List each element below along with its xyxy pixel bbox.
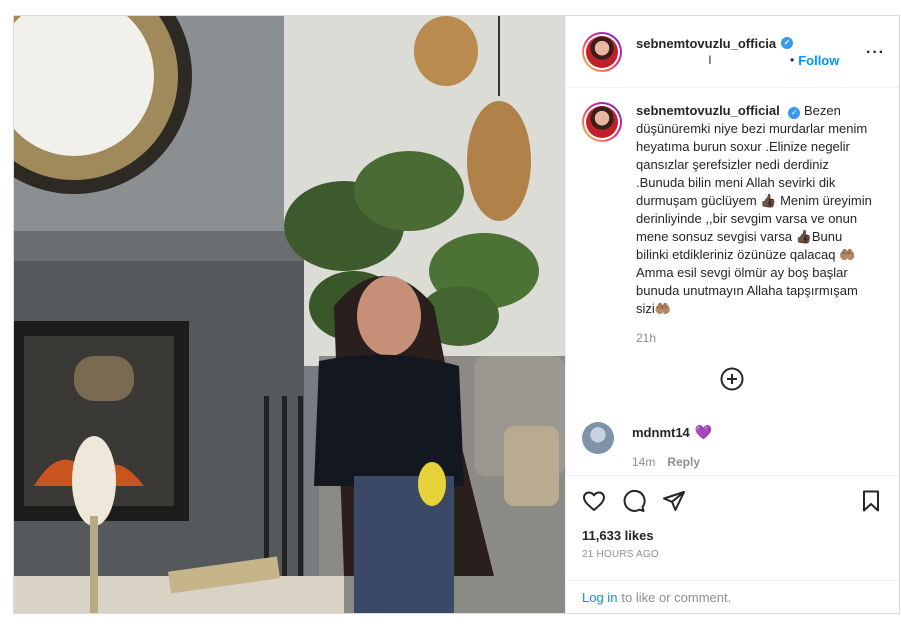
author-avatar[interactable] <box>582 31 622 72</box>
commenter-username[interactable]: mdnmt14 <box>632 425 690 440</box>
comment-item: mdnmt14 💜 14m Reply <box>582 422 712 469</box>
caption: sebnemtovuzlu_official ✓ Bezen düşünürem… <box>582 102 883 345</box>
photo-illustration <box>14 16 565 613</box>
author-username[interactable]: sebnemtovuzlu_officia <box>636 36 776 51</box>
heart-icon[interactable] <box>582 489 606 513</box>
login-text: to like or comment. <box>621 589 732 605</box>
comment-icon[interactable] <box>622 489 646 513</box>
dot-separator: • <box>790 53 795 67</box>
post-timestamp[interactable]: 21 HOURS AGO <box>582 549 883 560</box>
author-info: sebnemtovuzlu_officia ✓ l • Follow <box>636 36 839 68</box>
post-side-panel: sebnemtovuzlu_officia ✓ l • Follow ··· s… <box>565 16 899 613</box>
comment-emoji: 💜 <box>694 424 713 440</box>
more-icon[interactable]: ··· <box>866 44 885 62</box>
post-photo[interactable] <box>14 16 565 613</box>
comment-time[interactable]: 14m <box>632 455 655 469</box>
verified-icon: ✓ <box>788 107 801 119</box>
likes-count[interactable]: 11,633 likes <box>582 528 883 543</box>
caption-body: Bezen düşünüremki niye bezi murdarlar me… <box>636 103 872 316</box>
caption-time[interactable]: 21h <box>636 331 876 345</box>
instagram-post: sebnemtovuzlu_officia ✓ l • Follow ··· s… <box>13 15 900 614</box>
caption-avatar[interactable] <box>582 102 622 142</box>
login-link[interactable]: Log in <box>582 590 617 605</box>
location-label[interactable]: l <box>636 53 784 67</box>
login-prompt: Log in to like or comment. <box>566 580 899 613</box>
follow-button[interactable]: Follow <box>798 53 839 68</box>
plus-circle-icon[interactable] <box>720 367 744 391</box>
commenter-avatar[interactable] <box>582 422 614 454</box>
bookmark-icon[interactable] <box>859 489 883 513</box>
caption-username[interactable]: sebnemtovuzlu_official <box>636 103 780 118</box>
action-bar: 11,633 likes 21 HOURS AGO <box>566 475 899 580</box>
comments-section: sebnemtovuzlu_official ✓ Bezen düşünürem… <box>566 88 899 475</box>
reply-button[interactable]: Reply <box>667 455 700 469</box>
caption-text: sebnemtovuzlu_official ✓ Bezen düşünürem… <box>636 102 876 318</box>
verified-icon: ✓ <box>781 37 794 49</box>
share-icon[interactable] <box>662 489 686 513</box>
post-header: sebnemtovuzlu_officia ✓ l • Follow ··· <box>566 16 899 88</box>
